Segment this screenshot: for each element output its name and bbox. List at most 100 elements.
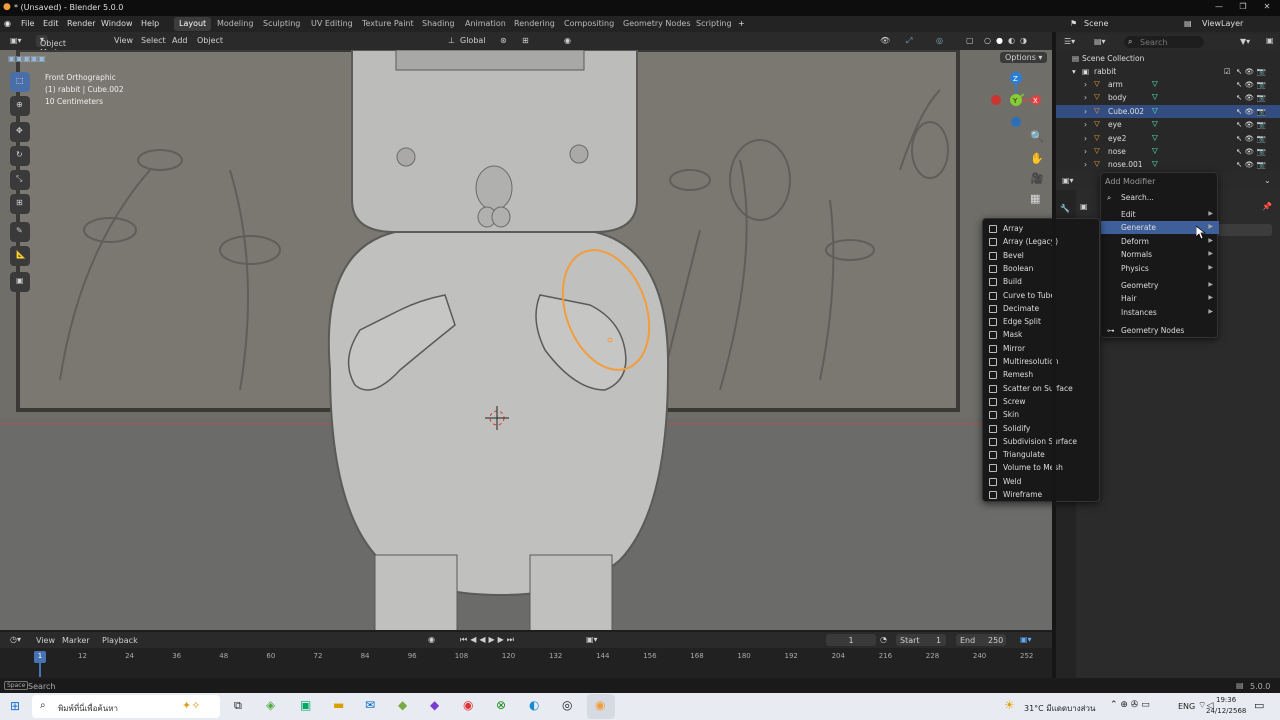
row-toggles[interactable]: ↖ 👁 📷	[1236, 134, 1266, 143]
tab-compositing[interactable]: Compositing	[559, 17, 619, 31]
timeline-track[interactable]: 1 12 24 36 48 60 72 84 96 108 120 132 144 156 168 180 1…	[0, 648, 1052, 678]
3d-viewport[interactable]: ⬚ ⊕ ✥ ↻ ⤡ ⊞ ✎ 📐 ▣ ▣▣▣▣▣ Front Orthograph…	[0, 50, 1052, 630]
keying-icon[interactable]: ▣▾	[586, 635, 598, 644]
weather-text[interactable]: 31°C มีแดดบางส่วน	[1024, 702, 1095, 715]
selection-mode-icons[interactable]: ▣▣▣▣▣	[8, 54, 68, 66]
menu-item-category[interactable]: Instances ▶	[1101, 306, 1219, 319]
menu-item-modifier[interactable]: Wireframe	[983, 488, 1101, 501]
transform-tool[interactable]: ⊞	[10, 194, 30, 214]
tab-layout[interactable]: Layout	[174, 17, 212, 31]
viewport-menu-add[interactable]: Add	[172, 36, 188, 45]
menu-item-modifier[interactable]: Screw	[983, 395, 1101, 408]
outliner-row-object[interactable]: › ▽ nose ▽ ↖ 👁 📷	[1056, 145, 1280, 158]
menu-render[interactable]: Render	[67, 19, 95, 28]
properties-options-icon[interactable]: ⌄	[1264, 176, 1271, 185]
menu-item-modifier[interactable]: Array (Legacy)	[983, 235, 1101, 248]
clock-date[interactable]: 24/12/2568	[1206, 707, 1246, 715]
app-icon-2[interactable]: ◆	[430, 698, 439, 712]
add-cube-tool[interactable]: ▣	[10, 272, 30, 292]
expand-icon[interactable]: ›	[1084, 107, 1087, 116]
menu-item-modifier[interactable]: Subdivision Surface	[983, 435, 1101, 448]
view-layer-selector[interactable]: ViewLayer	[1202, 19, 1243, 28]
row-toggles[interactable]: ↖ 👁 📷	[1236, 80, 1266, 89]
menu-item-modifier[interactable]: Curve to Tube	[983, 289, 1101, 302]
shading-rendered-icon[interactable]: ◑	[1020, 36, 1027, 45]
timeline-menu-marker[interactable]: Marker	[62, 636, 90, 645]
outliner-row-object[interactable]: › ▽ nose.001 ▽ ↖ 👁 📷	[1056, 158, 1280, 171]
tab-uv-editing[interactable]: UV Editing	[306, 17, 358, 31]
overlay-toggle-icon[interactable]: ◎	[936, 36, 943, 45]
timeline-editor-icon[interactable]: ◷▾	[10, 635, 21, 644]
minimize-icon[interactable]: —	[1212, 2, 1226, 14]
menu-item-modifier[interactable]: Mirror	[983, 342, 1101, 355]
new-collection-icon[interactable]: ▣	[1266, 36, 1274, 45]
shading-solid-icon[interactable]: ●	[996, 36, 1003, 45]
pivot-icon[interactable]: ⊛	[500, 36, 507, 45]
add-modifier-search[interactable]: ⌕ Search...	[1101, 191, 1219, 204]
menu-item-modifier[interactable]: Solidify	[983, 422, 1101, 435]
menu-item-modifier[interactable]: Edge Split	[983, 315, 1101, 328]
add-workspace-button[interactable]: +	[738, 19, 745, 28]
pan-hand-icon[interactable]: ✋	[1030, 152, 1044, 165]
expand-icon[interactable]: ›	[1084, 120, 1087, 129]
menu-item-modifier[interactable]: Mask	[983, 328, 1101, 341]
zoom-icon[interactable]: 🔍	[1030, 130, 1044, 143]
editor-type-icon[interactable]: ▣▾	[10, 36, 22, 45]
menu-item-category[interactable]: Hair ▶	[1101, 292, 1219, 305]
playback-controls[interactable]: ⏮◀◀▶▶⏭	[460, 635, 517, 645]
store-icon[interactable]: ▣	[300, 698, 311, 712]
menu-item-modifier[interactable]: Weld	[983, 475, 1101, 488]
maximize-icon[interactable]: ❐	[1236, 2, 1250, 14]
camera-view-icon[interactable]: 🎥	[1030, 172, 1044, 185]
annotate-tool[interactable]: ✎	[10, 222, 30, 242]
playhead[interactable]: 1	[34, 651, 46, 663]
shading-wire-icon[interactable]: ○	[984, 36, 991, 45]
tab-modeling[interactable]: Modeling	[212, 17, 258, 31]
timeline-menu-playback[interactable]: Playback	[102, 636, 138, 645]
outliner-row-scene-collection[interactable]: ▤ Scene Collection	[1056, 52, 1280, 65]
outliner-row-object[interactable]: › ▽ eye ▽ ↖ 👁 📷	[1056, 118, 1280, 131]
shading-material-icon[interactable]: ◐	[1008, 36, 1015, 45]
select-box-tool[interactable]: ⬚	[10, 72, 30, 92]
menu-item-modifier[interactable]: Array	[983, 222, 1101, 235]
row-toggles[interactable]: ↖ 👁 📷	[1236, 67, 1266, 76]
ortho-grid-icon[interactable]: ▦	[1030, 192, 1040, 205]
camera-sync-icon[interactable]: ▣▾	[1020, 635, 1032, 644]
menu-item-category[interactable]: Normals ▶	[1101, 248, 1219, 261]
menu-item-modifier[interactable]: Bevel	[983, 249, 1101, 262]
menu-item-modifier[interactable]: Boolean	[983, 262, 1101, 275]
expand-icon[interactable]: ▾	[1072, 67, 1076, 76]
notification-icon[interactable]: ▭	[1254, 699, 1264, 712]
clock-time[interactable]: 19:36	[1216, 696, 1236, 704]
expand-icon[interactable]: ›	[1084, 80, 1087, 89]
proportional-edit-icon[interactable]: ◉	[564, 36, 571, 45]
menu-item-modifier[interactable]: Remesh	[983, 368, 1101, 381]
tab-scripting[interactable]: Scripting	[691, 17, 737, 31]
tab-sculpting[interactable]: Sculpting	[258, 17, 305, 31]
navigation-gizmo[interactable]: Z Y X	[988, 70, 1048, 130]
tool-tab-icon[interactable]: 🔧	[1060, 204, 1070, 213]
copilot-icon[interactable]: ◈	[266, 698, 275, 712]
outliner-row-object[interactable]: › ▽ arm ▽ ↖ 👁 📷	[1056, 78, 1280, 91]
tab-geometry-nodes[interactable]: Geometry Nodes	[618, 17, 695, 31]
timeline-menu-view[interactable]: View	[36, 636, 55, 645]
options-dropdown[interactable]: Options ▾	[1000, 52, 1048, 63]
outliner-row-object[interactable]: › ▽ Cube.002 ▽ ↖ 👁 📷	[1056, 104, 1280, 118]
chrome-icon[interactable]: ◉	[463, 698, 473, 712]
menu-item-category[interactable]: Geometry ▶	[1101, 279, 1219, 292]
start-frame-field[interactable]: Start 1	[896, 634, 946, 646]
row-toggles[interactable]: ↖ 👁 📷	[1236, 93, 1266, 102]
tab-shading[interactable]: Shading	[417, 17, 460, 31]
row-toggles[interactable]: ↖ 👁 📷	[1236, 160, 1266, 169]
menu-item-modifier[interactable]: Triangulate	[983, 448, 1101, 461]
tab-animation[interactable]: Animation	[460, 17, 511, 31]
menu-item-category[interactable]: Edit ▶	[1101, 208, 1219, 221]
menu-item-modifier[interactable]: Scatter on Surface	[983, 382, 1101, 395]
outliner-row-object[interactable]: › ▽ eye2 ▽ ↖ 👁 📷	[1056, 132, 1280, 145]
xbox-icon[interactable]: ⊗	[496, 698, 506, 712]
edge-icon[interactable]: ◐	[529, 698, 539, 712]
outliner-editor-icon[interactable]: ☰▾	[1064, 37, 1075, 46]
properties-editor-icon[interactable]: ▣▾	[1062, 176, 1074, 185]
menu-item-category[interactable]: Physics ▶	[1101, 262, 1219, 275]
expand-icon[interactable]: ›	[1084, 93, 1087, 102]
